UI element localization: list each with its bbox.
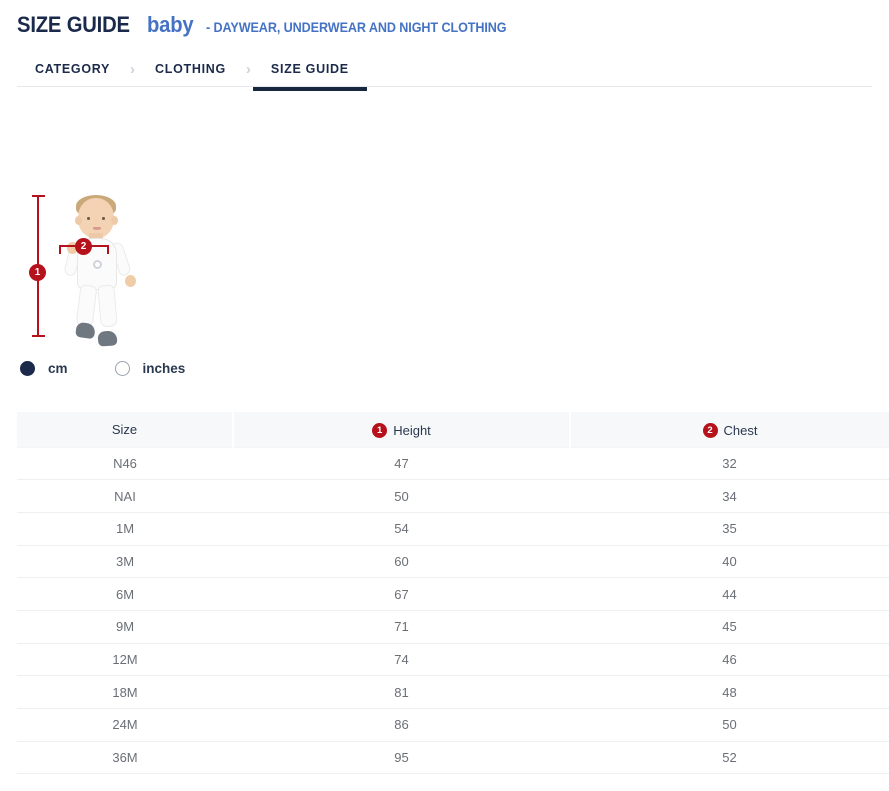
cell-chest: 52 bbox=[570, 741, 889, 774]
measurement-figure: 1 2 bbox=[17, 190, 197, 350]
cell-size: 36M bbox=[17, 741, 233, 774]
table-row: 24M 86 50 bbox=[17, 709, 889, 742]
cell-height: 54 bbox=[233, 512, 570, 545]
height-marker-badge: 1 bbox=[29, 264, 46, 281]
cell-size: 3M bbox=[17, 545, 233, 578]
cell-chest: 34 bbox=[570, 480, 889, 513]
column-header-height[interactable]: 1 Height bbox=[233, 412, 570, 447]
chest-marker-badge: 2 bbox=[75, 238, 92, 255]
unit-option-inches[interactable]: inches bbox=[115, 361, 186, 376]
cell-size: NAI bbox=[17, 480, 233, 513]
baby-romper-button bbox=[93, 260, 102, 269]
baby-ear-left bbox=[75, 216, 82, 225]
table-row: 6M 67 44 bbox=[17, 578, 889, 611]
size-table: Size 1 Height 2 Chest bbox=[17, 412, 889, 774]
column-header-size[interactable]: Size bbox=[17, 412, 233, 447]
cell-size: 12M bbox=[17, 643, 233, 676]
page-title-main: SIZE GUIDE bbox=[17, 12, 130, 38]
size-guide-page: SIZE GUIDE baby - DAYWEAR, UNDERWEAR AND… bbox=[0, 0, 889, 791]
cell-chest: 40 bbox=[570, 545, 889, 578]
unit-option-cm-label: cm bbox=[48, 361, 68, 376]
cell-size: 9M bbox=[17, 610, 233, 643]
table-row: N46 47 32 bbox=[17, 447, 889, 480]
size-table-body: N46 47 32 NAI 50 34 1M 54 35 3M 60 40 6M bbox=[17, 447, 889, 774]
chevron-right-icon: › bbox=[128, 61, 137, 78]
cell-size: 6M bbox=[17, 578, 233, 611]
cell-height: 60 bbox=[233, 545, 570, 578]
table-row: 36M 95 52 bbox=[17, 741, 889, 774]
cell-chest: 32 bbox=[570, 447, 889, 480]
radio-inches[interactable] bbox=[115, 361, 130, 376]
chest-badge-icon: 2 bbox=[703, 423, 718, 438]
breadcrumb-item-category[interactable]: CATEGORY bbox=[17, 50, 128, 88]
baby-head bbox=[78, 198, 114, 238]
cell-size: 24M bbox=[17, 709, 233, 742]
cell-chest: 45 bbox=[570, 610, 889, 643]
cell-height: 81 bbox=[233, 676, 570, 709]
cell-height: 74 bbox=[233, 643, 570, 676]
cell-size: 1M bbox=[17, 512, 233, 545]
cell-height: 86 bbox=[233, 709, 570, 742]
column-header-size-label: Size bbox=[112, 422, 137, 437]
cell-height: 50 bbox=[233, 480, 570, 513]
baby-shoe-left bbox=[75, 322, 96, 339]
baby-leg-right bbox=[97, 284, 118, 327]
table-row: 18M 81 48 bbox=[17, 676, 889, 709]
cell-chest: 44 bbox=[570, 578, 889, 611]
column-header-chest[interactable]: 2 Chest bbox=[570, 412, 889, 447]
cell-height: 95 bbox=[233, 741, 570, 774]
page-title-accent: baby bbox=[147, 12, 194, 38]
unit-selector: cm inches bbox=[20, 358, 185, 378]
column-header-height-label: Height bbox=[393, 423, 431, 438]
chevron-right-icon: › bbox=[244, 61, 253, 78]
cell-size: 18M bbox=[17, 676, 233, 709]
unit-option-cm[interactable]: cm bbox=[20, 361, 68, 376]
baby-illustration bbox=[55, 190, 150, 350]
baby-shoe-right bbox=[97, 330, 117, 346]
column-header-chest-label: Chest bbox=[724, 423, 758, 438]
baby-eye-left bbox=[87, 217, 90, 220]
baby-leg-left bbox=[76, 284, 98, 328]
baby-ear-right bbox=[111, 216, 118, 225]
height-line-cap-bottom bbox=[32, 335, 45, 337]
radio-cm[interactable] bbox=[20, 361, 35, 376]
baby-eye-right bbox=[102, 217, 105, 220]
page-subtitle: - DAYWEAR, UNDERWEAR AND NIGHT CLOTHING bbox=[206, 19, 507, 35]
table-row: 3M 60 40 bbox=[17, 545, 889, 578]
baby-hand-right bbox=[125, 275, 136, 287]
size-table-header: Size 1 Height 2 Chest bbox=[17, 412, 889, 447]
breadcrumb: CATEGORY › CLOTHING › SIZE GUIDE bbox=[17, 50, 367, 88]
table-row: 9M 71 45 bbox=[17, 610, 889, 643]
cell-chest: 48 bbox=[570, 676, 889, 709]
table-row: NAI 50 34 bbox=[17, 480, 889, 513]
table-row: 12M 74 46 bbox=[17, 643, 889, 676]
cell-height: 71 bbox=[233, 610, 570, 643]
breadcrumb-item-size-guide[interactable]: SIZE GUIDE bbox=[253, 50, 367, 88]
height-badge-icon: 1 bbox=[372, 423, 387, 438]
header-divider bbox=[17, 86, 872, 87]
table-row: 1M 54 35 bbox=[17, 512, 889, 545]
cell-chest: 50 bbox=[570, 709, 889, 742]
unit-option-inches-label: inches bbox=[143, 361, 186, 376]
table-header-row: Size 1 Height 2 Chest bbox=[17, 412, 889, 447]
cell-height: 67 bbox=[233, 578, 570, 611]
cell-size: N46 bbox=[17, 447, 233, 480]
cell-height: 47 bbox=[233, 447, 570, 480]
cell-chest: 46 bbox=[570, 643, 889, 676]
breadcrumb-item-clothing[interactable]: CLOTHING bbox=[137, 50, 244, 88]
baby-mouth bbox=[93, 227, 101, 230]
cell-chest: 35 bbox=[570, 512, 889, 545]
page-title: SIZE GUIDE baby - DAYWEAR, UNDERWEAR AND… bbox=[17, 12, 540, 38]
